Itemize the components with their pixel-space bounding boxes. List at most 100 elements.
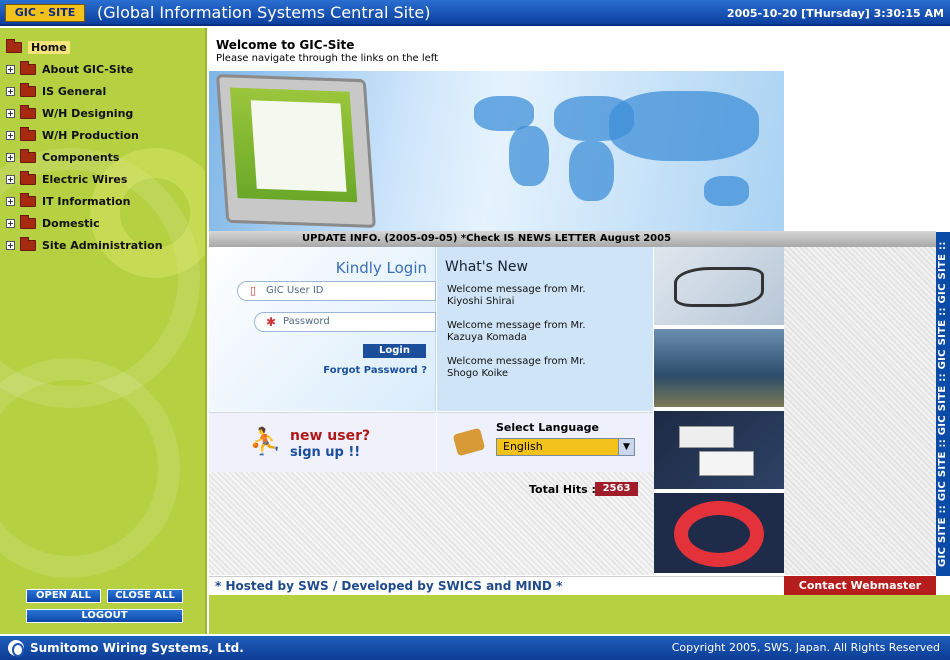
- sidebar-item-label: Electric Wires: [42, 172, 128, 186]
- news-item-line: Welcome message from Mr.: [447, 356, 586, 367]
- tablet-screen-content: [250, 100, 347, 192]
- map-continent: [704, 176, 749, 206]
- sidebar-item-wh-designing[interactable]: + W/H Designing: [6, 102, 205, 124]
- sidebar-item-label: W/H Production: [42, 128, 139, 142]
- sidebar-item-wh-production[interactable]: + W/H Production: [6, 124, 205, 146]
- sidebar-item-electric-wires[interactable]: + Electric Wires: [6, 168, 205, 190]
- expand-icon[interactable]: +: [6, 218, 15, 228]
- sidebar-item-about[interactable]: + About GIC-Site: [6, 58, 205, 80]
- expand-icon[interactable]: +: [6, 240, 15, 250]
- password-field[interactable]: ✱ Password: [254, 312, 436, 332]
- sidebar-item-label: IS General: [42, 84, 107, 98]
- language-select[interactable]: English ▼: [496, 438, 635, 456]
- user-id-field[interactable]: ▯ GIC User ID: [237, 281, 436, 301]
- news-item-name: Shogo Koike: [447, 368, 508, 379]
- sidebar-item-is-general[interactable]: + IS General: [6, 80, 205, 102]
- expand-icon[interactable]: +: [6, 174, 15, 184]
- connector-shape: [679, 426, 734, 448]
- news-item-line: Welcome message from Mr.: [447, 320, 586, 331]
- hosted-by-text: * Hosted by SWS / Developed by SWICS and…: [209, 576, 784, 595]
- sidebar-item-label: Domestic: [42, 216, 100, 230]
- sidebar-item-label: About GIC-Site: [42, 62, 134, 76]
- right-pattern-area: [784, 247, 936, 575]
- signup-panel[interactable]: ⛹ new user? sign up !!: [209, 412, 436, 472]
- sidebar-item-components[interactable]: + Components: [6, 146, 205, 168]
- whats-new-title: What's New: [445, 259, 528, 275]
- expand-icon[interactable]: +: [6, 130, 15, 140]
- sidebar: Home + About GIC-Site + IS General + W/H…: [0, 28, 207, 634]
- sidebar-item-label: Components: [42, 150, 120, 164]
- whats-new-panel: What's New Welcome message from Mr. Kiyo…: [437, 247, 653, 411]
- company-name: Sumitomo Wiring Systems, Ltd.: [30, 641, 244, 655]
- wire-coil-photo: [654, 493, 784, 575]
- chevron-down-icon[interactable]: ▼: [618, 439, 634, 455]
- copyright-text: Copyright 2005, SWS, Japan. All Rights R…: [671, 641, 940, 654]
- update-info-bar[interactable]: UPDATE INFO. (2005-09-05) *Check IS NEWS…: [209, 231, 936, 247]
- wire-harness-photo: [654, 247, 784, 327]
- news-item[interactable]: Welcome message from Mr. Shogo Koike: [447, 356, 592, 380]
- language-label: Select Language: [496, 421, 599, 434]
- sidebar-item-label: IT Information: [42, 194, 131, 208]
- sidebar-item-domestic[interactable]: + Domestic: [6, 212, 205, 234]
- folder-icon: [20, 214, 36, 229]
- news-item-line: Welcome message from Mr.: [447, 284, 586, 295]
- news-item-name: Kazuya Komada: [447, 332, 527, 343]
- nav-tree: Home + About GIC-Site + IS General + W/H…: [6, 36, 205, 256]
- person-icon: ⛹: [249, 427, 282, 457]
- folder-icon: [20, 82, 36, 97]
- login-button[interactable]: Login: [363, 344, 426, 358]
- close-all-button[interactable]: CLOSE ALL: [107, 589, 183, 603]
- books-icon: [452, 427, 486, 457]
- user-id-placeholder: GIC User ID: [266, 285, 324, 296]
- page-subtitle: Please navigate through the links on the…: [216, 53, 439, 64]
- signup-link[interactable]: sign up !!: [290, 445, 360, 460]
- login-panel: Kindly Login ▯ GIC User ID ✱ Password Lo…: [209, 247, 436, 411]
- site-title: (Global Information Systems Central Site…: [97, 3, 431, 22]
- expand-icon[interactable]: +: [6, 196, 15, 206]
- sidebar-item-site-administration[interactable]: + Site Administration: [6, 234, 205, 256]
- footer: Sumitomo Wiring Systems, Ltd. Copyright …: [0, 636, 950, 660]
- sidebar-item-home[interactable]: Home: [6, 36, 205, 58]
- tablet-illustration: [216, 74, 376, 228]
- folder-icon: [20, 236, 36, 251]
- news-item[interactable]: Welcome message from Mr. Kazuya Komada: [447, 320, 592, 344]
- factory-photo: [654, 329, 784, 409]
- side-banner: GIC SITE :: GIC SITE :: GIC SITE :: GIC …: [936, 232, 950, 576]
- tablet-screen: [229, 87, 358, 203]
- folder-icon: [20, 60, 36, 75]
- logout-button[interactable]: LOGOUT: [26, 609, 183, 623]
- folder-icon: [20, 192, 36, 207]
- connector-photo: [654, 411, 784, 491]
- expand-icon[interactable]: +: [6, 152, 15, 162]
- language-selected-value: English: [503, 440, 543, 453]
- expand-icon[interactable]: +: [6, 64, 15, 74]
- bottom-band: [209, 595, 950, 634]
- folder-icon: [20, 170, 36, 185]
- folder-open-icon: [6, 38, 22, 53]
- login-heading: Kindly Login: [335, 259, 427, 277]
- contact-webmaster-button[interactable]: Contact Webmaster: [784, 576, 936, 595]
- sws-logo-icon: [8, 640, 24, 657]
- page-title: Welcome to GIC-Site: [216, 38, 355, 52]
- datetime-display: 2005-10-20 [THursday] 3:30:15 AM: [726, 7, 944, 20]
- header-bar: GIC - SITE (Global Information Systems C…: [0, 0, 950, 26]
- company-logo: Sumitomo Wiring Systems, Ltd.: [8, 640, 244, 657]
- news-item[interactable]: Welcome message from Mr. Kiyoshi Shirai: [447, 284, 592, 308]
- sidebar-item-it-information[interactable]: + IT Information: [6, 190, 205, 212]
- sidebar-item-label: W/H Designing: [42, 106, 134, 120]
- open-all-button[interactable]: OPEN ALL: [26, 589, 101, 603]
- folder-icon: [20, 126, 36, 141]
- harness-shape: [674, 267, 764, 307]
- lock-icon: ✱: [266, 315, 277, 329]
- forgot-password-link[interactable]: Forgot Password ?: [323, 365, 427, 376]
- total-hits-value: 2563: [595, 482, 638, 496]
- hero-banner: [209, 71, 784, 231]
- sidebar-decoration: [0, 358, 180, 578]
- folder-icon: [20, 104, 36, 119]
- map-continent: [609, 91, 759, 161]
- sidebar-item-label: Site Administration: [42, 238, 163, 252]
- folder-icon: [20, 148, 36, 163]
- expand-icon[interactable]: +: [6, 86, 15, 96]
- map-continent: [569, 141, 614, 201]
- expand-icon[interactable]: +: [6, 108, 15, 118]
